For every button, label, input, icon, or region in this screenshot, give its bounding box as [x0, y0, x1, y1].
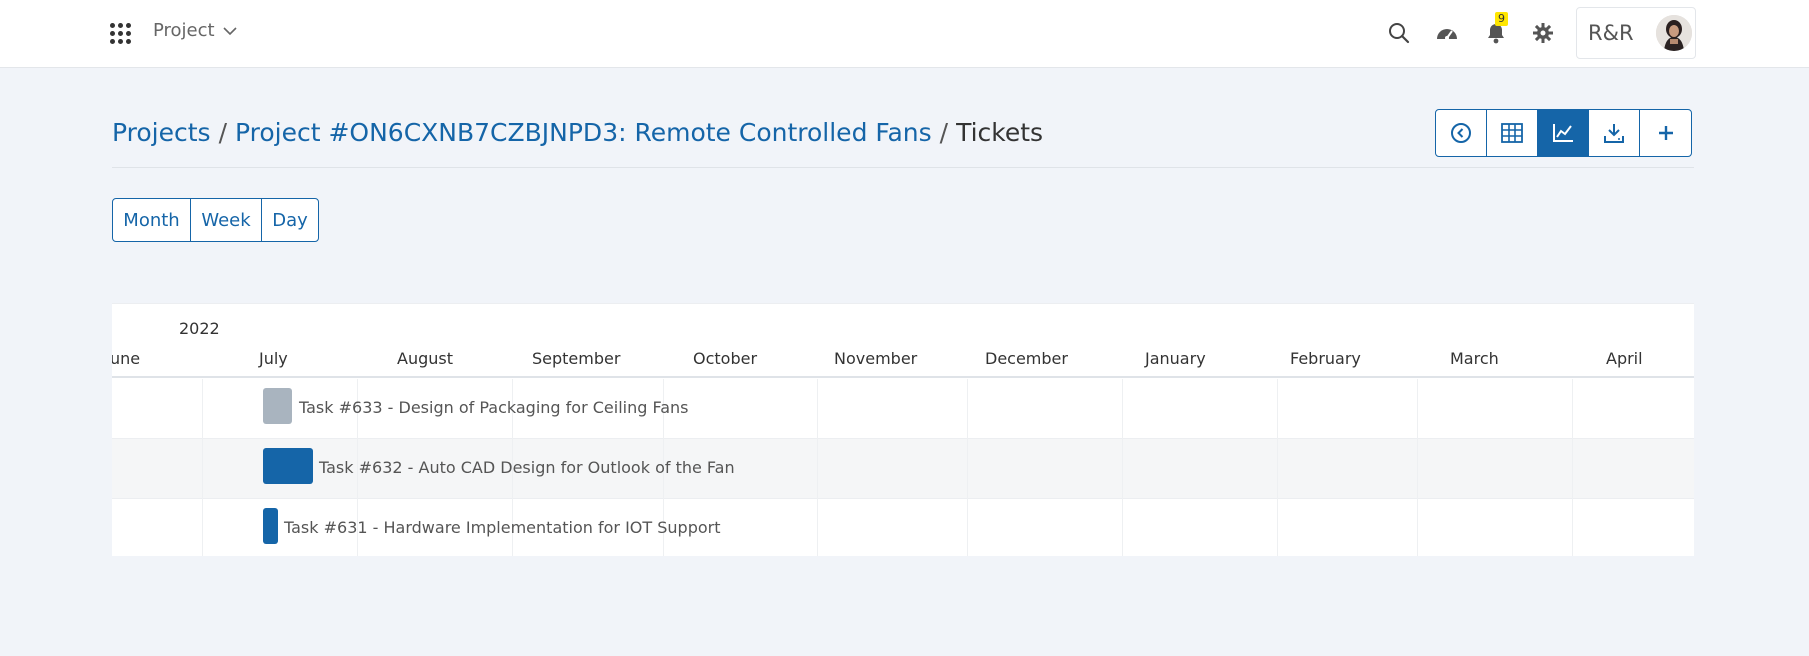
- dashboard-gauge-icon[interactable]: [1434, 20, 1460, 46]
- table-icon: [1501, 123, 1523, 143]
- gear-icon[interactable]: [1530, 20, 1556, 46]
- project-menu[interactable]: Project: [153, 20, 237, 41]
- breadcrumb-projects-link[interactable]: Projects: [112, 118, 211, 147]
- task-bar[interactable]: [263, 388, 292, 424]
- task-bar[interactable]: [263, 508, 278, 544]
- year-label: 2022: [179, 319, 220, 338]
- week-view-button[interactable]: Week: [191, 199, 262, 241]
- task-bar[interactable]: [263, 448, 313, 484]
- month-label: March: [1450, 349, 1499, 368]
- search-icon[interactable]: [1386, 20, 1412, 46]
- chevron-down-icon: [223, 27, 237, 36]
- month-view-button[interactable]: Month: [113, 199, 191, 241]
- month-label: April: [1606, 349, 1643, 368]
- month-label: November: [834, 349, 918, 368]
- day-view-button[interactable]: Day: [262, 199, 318, 241]
- month-label: August: [397, 349, 453, 368]
- month-gridline: [1277, 379, 1278, 556]
- breadcrumb: Projects / Project #ON6CXNB7CZBJNPD3: Re…: [112, 118, 1043, 147]
- breadcrumb-separator: /: [939, 118, 949, 147]
- gantt-chart: 2022 une July August September October N…: [112, 303, 1694, 556]
- month-gridline: [202, 379, 203, 556]
- month-label: une: [112, 349, 141, 368]
- avatar: [1655, 15, 1692, 51]
- task-label[interactable]: Task #633 - Design of Packaging for Ceil…: [299, 398, 688, 417]
- view-toolbar: [1435, 109, 1692, 157]
- month-label: September: [532, 349, 621, 368]
- task-label[interactable]: Task #632 - Auto CAD Design for Outlook …: [319, 458, 735, 477]
- breadcrumb-separator: /: [218, 118, 227, 147]
- back-button[interactable]: [1436, 110, 1487, 156]
- month-gridline: [967, 379, 968, 556]
- chart-icon: [1553, 124, 1573, 142]
- month-gridline: [1122, 379, 1123, 556]
- task-label[interactable]: Task #631 - Hardware Implementation for …: [284, 518, 720, 537]
- month-gridline: [1572, 379, 1573, 556]
- page-title: Tickets: [956, 118, 1044, 147]
- bell-icon[interactable]: 9: [1483, 12, 1509, 46]
- user-initials: R&R: [1588, 21, 1634, 45]
- timescale-switch: Month Week Day: [112, 198, 319, 242]
- month-label: December: [985, 349, 1068, 368]
- month-label: October: [693, 349, 758, 368]
- project-menu-label: Project: [153, 20, 215, 41]
- month-label: July: [259, 349, 288, 368]
- month-label: February: [1290, 349, 1361, 368]
- user-menu[interactable]: R&R: [1576, 7, 1696, 59]
- download-button[interactable]: [1589, 110, 1640, 156]
- month-gridline: [1417, 379, 1418, 556]
- chart-view-button[interactable]: [1538, 110, 1589, 156]
- add-button[interactable]: [1640, 110, 1691, 156]
- plus-icon: [1658, 126, 1673, 140]
- breadcrumb-project-link[interactable]: Project #ON6CXNB7CZBJNPD3: Remote Contro…: [235, 118, 932, 147]
- back-icon: [1451, 123, 1471, 143]
- download-icon: [1604, 124, 1624, 143]
- header-divider: [112, 167, 1694, 168]
- month-gridline: [817, 379, 818, 556]
- gantt-header: 2022 une July August September October N…: [112, 304, 1694, 378]
- apps-grid-icon[interactable]: [110, 23, 132, 45]
- table-view-button[interactable]: [1487, 110, 1538, 156]
- month-label: January: [1145, 349, 1206, 368]
- top-bar: Project 9 R&R: [0, 0, 1809, 68]
- notification-badge: 9: [1495, 12, 1508, 26]
